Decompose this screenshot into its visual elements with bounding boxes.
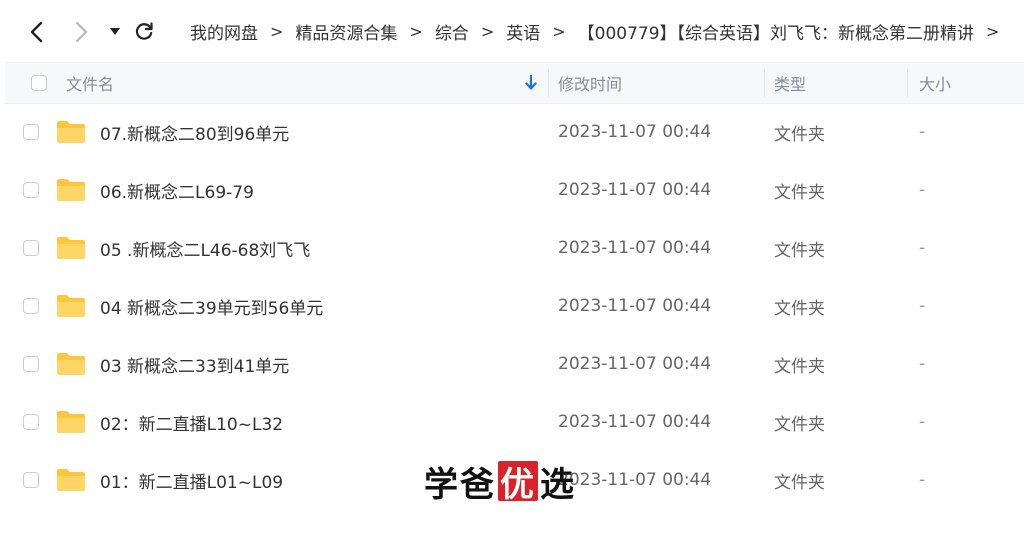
file-modified-time: 2023-11-07 00:44: [558, 412, 712, 432]
row-checkbox[interactable]: [23, 182, 39, 198]
file-name[interactable]: 05 .新概念二L46-68刘飞飞: [100, 219, 310, 277]
row-checkbox[interactable]: [23, 240, 39, 256]
caret-down-icon: [110, 28, 120, 35]
file-modified-time: 2023-11-07 00:44: [558, 122, 712, 142]
folder-icon: [57, 469, 85, 491]
file-type: 文件夹: [774, 182, 825, 203]
file-name[interactable]: 01：新二直播L01~L09: [100, 451, 283, 509]
folder-icon: [57, 411, 85, 433]
file-modified-time: 2023-11-07 00:44: [558, 470, 712, 490]
file-type: 文件夹: [774, 356, 825, 377]
watermark-seal: 优: [498, 461, 538, 505]
column-divider: [548, 69, 549, 97]
folder-icon: [57, 295, 85, 317]
refresh-icon: [135, 22, 153, 40]
breadcrumb-separator: >: [480, 21, 495, 41]
row-checkbox[interactable]: [23, 124, 39, 140]
folder-icon: [57, 179, 85, 201]
breadcrumb-item-current-folder[interactable]: 【000779】【综合英语】刘飞飞：新概念第二册精讲: [578, 19, 974, 44]
column-divider: [907, 69, 908, 97]
column-header-name[interactable]: 文件名: [66, 63, 114, 103]
watermark-text: 学爸: [424, 464, 496, 505]
file-type: 文件夹: [774, 298, 825, 319]
file-type: 文件夹: [774, 240, 825, 261]
file-name[interactable]: 03 新概念二33到41单元: [100, 335, 289, 393]
watermark-logo: 学爸 优 选: [424, 458, 576, 505]
file-name[interactable]: 06.新概念二L69-79: [100, 161, 254, 219]
chevron-right-icon: [75, 21, 88, 43]
breadcrumb-item-general[interactable]: 综合: [435, 19, 469, 44]
breadcrumb-separator: >: [270, 21, 284, 41]
file-size: -: [919, 122, 926, 142]
file-size: -: [919, 238, 926, 258]
breadcrumb-separator: >: [986, 21, 1000, 41]
file-row[interactable]: 06.新概念二L69-79 2023-11-07 00:44 文件夹 -: [5, 161, 1024, 219]
column-header-type[interactable]: 类型: [774, 63, 806, 103]
file-type: 文件夹: [774, 124, 825, 145]
watermark-text: 选: [540, 464, 576, 505]
file-type: 文件夹: [774, 414, 825, 435]
sort-down-arrow-icon: [525, 75, 537, 90]
breadcrumb-item-my-disk[interactable]: 我的网盘: [190, 19, 258, 44]
chevron-left-icon: [30, 21, 43, 43]
column-header-size[interactable]: 大小: [919, 63, 951, 103]
file-size: -: [919, 470, 926, 490]
row-checkbox[interactable]: [23, 472, 39, 488]
sort-indicator[interactable]: [525, 63, 537, 103]
file-size: -: [919, 412, 926, 432]
breadcrumb: 我的网盘 > 精品资源合集 > 综合 > 英语 > 【000779】【综合英语】…: [190, 0, 1011, 62]
file-modified-time: 2023-11-07 00:44: [558, 354, 712, 374]
file-row[interactable]: 02：新二直播L10~L32 2023-11-07 00:44 文件夹 -: [5, 393, 1024, 451]
row-checkbox[interactable]: [23, 414, 39, 430]
breadcrumb-separator: >: [409, 21, 423, 41]
select-all-checkbox[interactable]: [31, 75, 47, 91]
folder-icon: [57, 237, 85, 259]
file-modified-time: 2023-11-07 00:44: [558, 238, 712, 258]
file-row[interactable]: 03 新概念二33到41单元 2023-11-07 00:44 文件夹 -: [5, 335, 1024, 393]
file-name[interactable]: 02：新二直播L10~L32: [100, 393, 283, 451]
file-name[interactable]: 04 新概念二39单元到56单元: [100, 277, 323, 335]
file-row[interactable]: 07.新概念二80到96单元 2023-11-07 00:44 文件夹 -: [5, 103, 1024, 161]
file-size: -: [919, 180, 926, 200]
file-modified-time: 2023-11-07 00:44: [558, 296, 712, 316]
file-size: -: [919, 354, 926, 374]
file-row[interactable]: 04 新概念二39单元到56单元 2023-11-07 00:44 文件夹 -: [5, 277, 1024, 335]
back-button[interactable]: [24, 18, 48, 46]
column-header-modified[interactable]: 修改时间: [558, 63, 622, 103]
file-size: -: [919, 296, 926, 316]
row-checkbox[interactable]: [23, 298, 39, 314]
file-name[interactable]: 07.新概念二80到96单元: [100, 103, 289, 161]
folder-icon: [57, 353, 85, 375]
breadcrumb-separator: >: [552, 21, 566, 41]
history-dropdown-button[interactable]: [106, 18, 124, 46]
refresh-button[interactable]: [131, 18, 157, 46]
breadcrumb-item-collection[interactable]: 精品资源合集: [295, 19, 397, 44]
column-divider: [764, 69, 765, 97]
breadcrumb-item-english[interactable]: 英语: [506, 19, 540, 44]
forward-button[interactable]: [70, 18, 94, 46]
row-checkbox[interactable]: [23, 356, 39, 372]
file-list-header: 文件名 修改时间 类型 大小: [5, 62, 1024, 104]
file-modified-time: 2023-11-07 00:44: [558, 180, 712, 200]
file-type: 文件夹: [774, 472, 825, 493]
file-row[interactable]: 05 .新概念二L46-68刘飞飞 2023-11-07 00:44 文件夹 -: [5, 219, 1024, 277]
folder-icon: [57, 121, 85, 143]
navigation-bar: 我的网盘 > 精品资源合集 > 综合 > 英语 > 【000779】【综合英语】…: [0, 0, 1024, 62]
